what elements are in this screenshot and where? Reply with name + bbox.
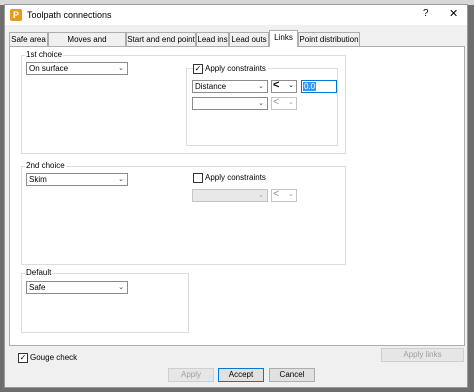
links-panel: 1st choice On surface ⌄ ✓ Apply constrai… — [9, 46, 465, 363]
gouge-check-checkbox[interactable]: ✓ — [18, 353, 28, 363]
less-than-icon: < — [273, 79, 280, 91]
chevron-down-icon: ⌄ — [288, 82, 294, 89]
first-choice-select[interactable]: On surface ⌄ — [26, 62, 128, 75]
chevron-down-icon: ⌄ — [118, 65, 124, 72]
less-than-icon: < — [273, 188, 280, 200]
tab-lead-outs[interactable]: Lead outs — [229, 32, 269, 46]
first-constraint-type-select[interactable]: Distance ⌄ — [192, 80, 268, 93]
first-constraint-value: 0.0 — [303, 82, 317, 91]
dialog-window: P Toolpath connections ? ✕ Safe area Mov… — [4, 4, 468, 388]
tab-moves-and-clearances[interactable]: Moves and clearances — [48, 32, 126, 57]
app-icon: P — [10, 9, 22, 21]
tab-safe-area[interactable]: Safe area — [9, 32, 48, 46]
tab-bar: Safe area Moves and clearances Start and… — [9, 30, 465, 57]
apply-links-button[interactable]: Apply links — [381, 348, 464, 362]
chevron-down-icon: ⌄ — [288, 99, 294, 106]
default-label: Default — [25, 268, 53, 277]
title-bar: P Toolpath connections ? ✕ — [5, 5, 467, 25]
chevron-down-icon: ⌄ — [258, 100, 264, 107]
first-apply-constraints-label: Apply constraints — [205, 64, 268, 73]
chevron-down-icon: ⌄ — [118, 284, 124, 291]
chevron-down-icon: ⌄ — [258, 83, 264, 90]
first-constraint-operator-select[interactable]: < ⌄ — [271, 79, 297, 93]
chevron-down-icon: ⌄ — [258, 192, 264, 199]
default-value: Safe — [29, 283, 46, 292]
accept-button[interactable]: Accept — [218, 368, 264, 382]
second-choice-select[interactable]: Skim ⌄ — [26, 173, 128, 186]
gouge-check-label: Gouge check — [30, 353, 78, 362]
tab-lead-ins[interactable]: Lead ins — [196, 32, 229, 46]
tab-links[interactable]: Links — [269, 30, 298, 47]
first-apply-constraints-checkbox[interactable]: ✓ — [193, 64, 203, 74]
help-button[interactable]: ? — [423, 8, 429, 19]
second-constraint-operator-select[interactable]: < ⌄ — [271, 96, 297, 110]
first-constraint-type-value: Distance — [195, 82, 227, 91]
first-choice-value: On surface — [29, 64, 69, 73]
less-than-icon: < — [273, 96, 280, 108]
second-constraint-type-select[interactable]: ⌄ — [192, 97, 268, 110]
tab-start-and-end-point[interactable]: Start and end point — [126, 32, 196, 46]
default-select[interactable]: Safe ⌄ — [26, 281, 128, 294]
second-choice-constraint-type-select[interactable]: ⌄ — [192, 189, 268, 202]
first-choice-label: 1st choice — [25, 50, 64, 59]
first-constraint-value-input[interactable]: 0.0 — [301, 80, 337, 93]
chevron-down-icon: ⌄ — [118, 176, 124, 183]
chevron-down-icon: ⌄ — [288, 191, 294, 198]
second-apply-constraints-checkbox[interactable] — [193, 173, 203, 183]
close-icon[interactable]: ✕ — [449, 7, 458, 20]
second-apply-constraints-label: Apply constraints — [205, 173, 266, 182]
apply-button[interactable]: Apply — [168, 368, 214, 382]
second-choice-label: 2nd choice — [25, 161, 66, 170]
second-choice-value: Skim — [29, 175, 47, 184]
window-title: Toolpath connections — [27, 10, 112, 20]
tab-point-distribution[interactable]: Point distribution — [298, 32, 360, 46]
cancel-button[interactable]: Cancel — [269, 368, 315, 382]
second-choice-constraint-operator-select[interactable]: < ⌄ — [271, 188, 297, 202]
